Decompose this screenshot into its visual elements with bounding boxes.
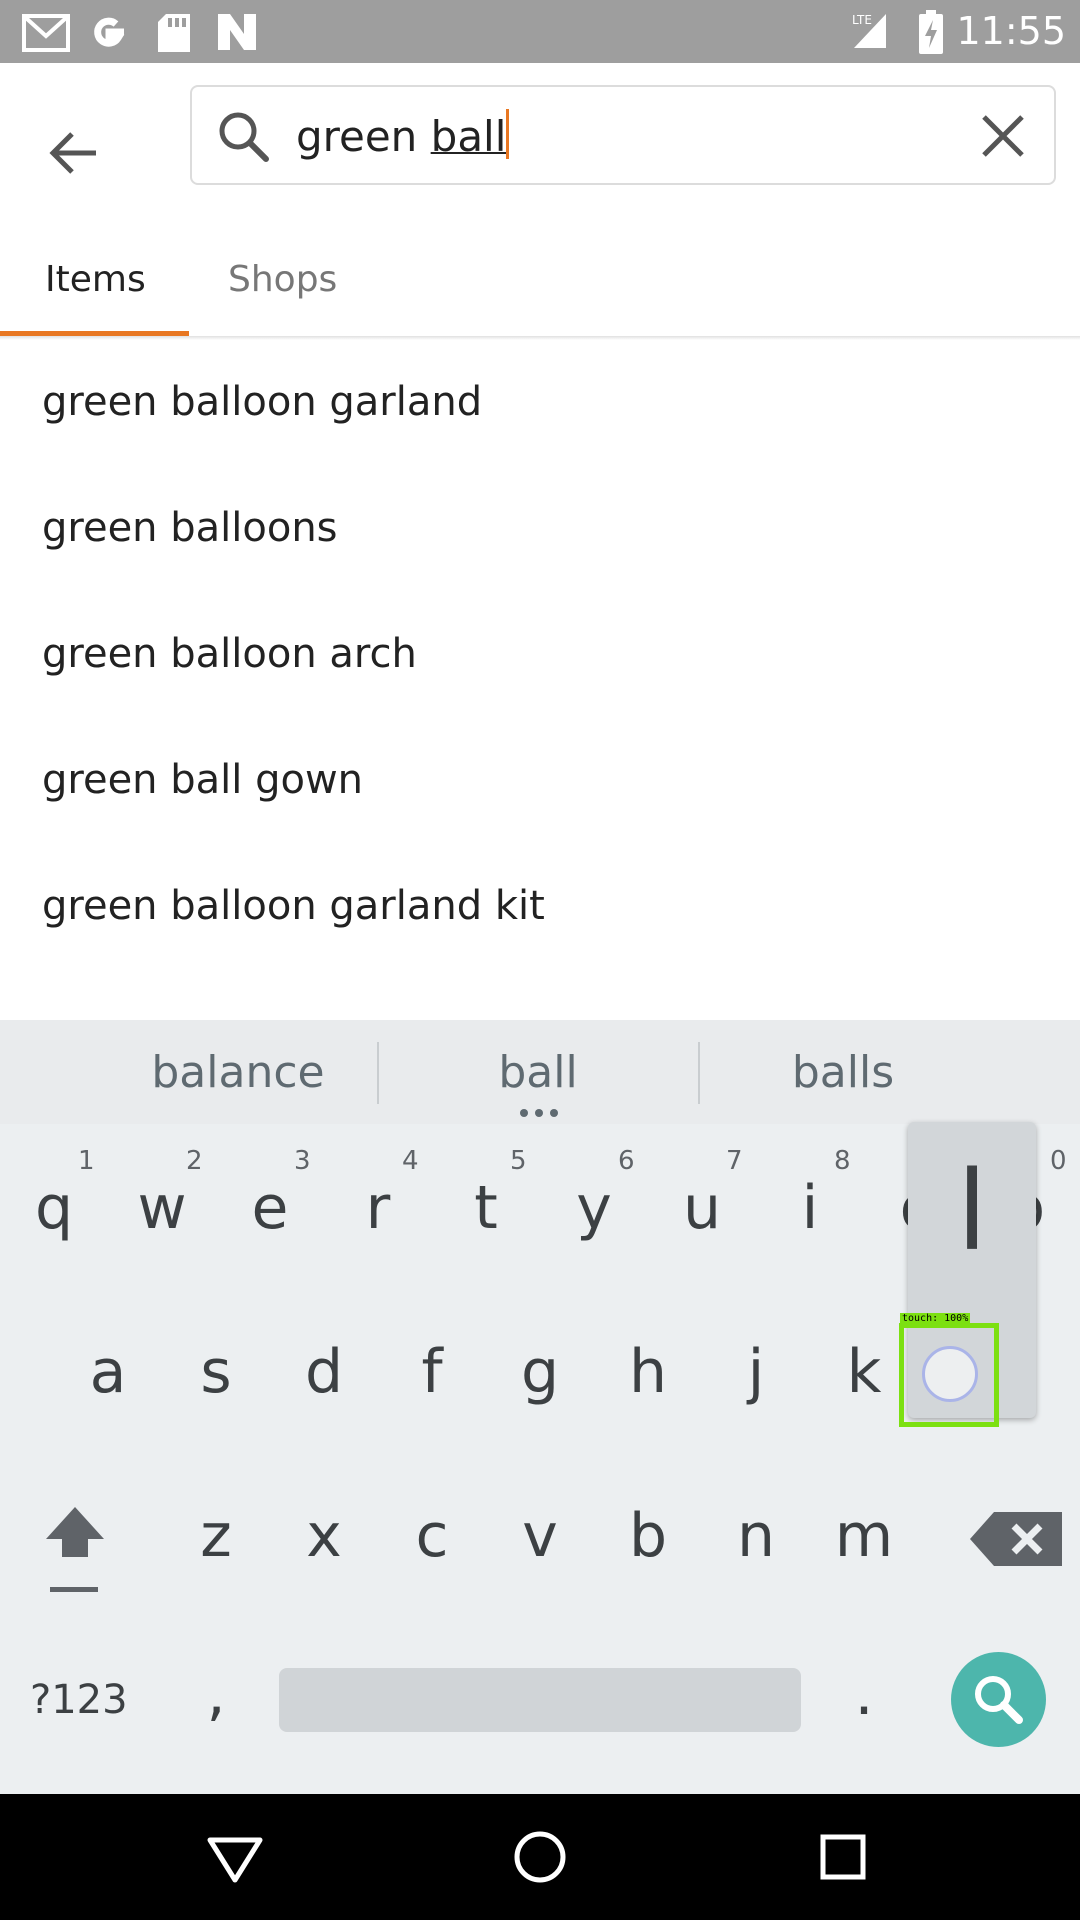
key-f[interactable]: f (378, 1332, 486, 1412)
key-h[interactable]: h (594, 1332, 702, 1412)
search-icon (219, 112, 269, 162)
suggestion-item[interactable]: green balloon garland (42, 372, 482, 432)
square-recents-icon (820, 1834, 866, 1880)
key-i[interactable]: i (756, 1168, 864, 1248)
triangle-back-icon (207, 1837, 263, 1883)
tab-bar-shadow (0, 336, 1080, 340)
search-query-prefix: green (296, 112, 431, 161)
key-r[interactable]: r (324, 1168, 432, 1248)
space-bar[interactable] (279, 1668, 801, 1732)
keyboard-suggestion[interactable]: balls (723, 1045, 963, 1101)
nav-home-button[interactable] (505, 1822, 575, 1892)
key-preview-letter: l (956, 1147, 988, 1275)
key-u[interactable]: u (648, 1168, 756, 1248)
suggestion-item[interactable]: green balloon garland kit (42, 876, 545, 936)
key-n[interactable]: n (702, 1496, 810, 1576)
key-a[interactable]: a (54, 1332, 162, 1412)
search-field[interactable]: green ball (190, 85, 1056, 185)
shift-icon (46, 1507, 104, 1592)
sd-card-icon (158, 14, 190, 52)
close-icon (982, 115, 1024, 157)
key-j[interactable]: j (702, 1332, 810, 1412)
key-x[interactable]: x (270, 1496, 378, 1576)
key-z[interactable]: z (162, 1496, 270, 1576)
battery-charging-icon (919, 10, 943, 54)
back-button[interactable] (30, 107, 120, 197)
key-w[interactable]: w (108, 1168, 216, 1248)
clear-search-button[interactable] (974, 107, 1032, 165)
tab-shops[interactable]: Shops (228, 252, 337, 308)
search-input[interactable]: green ball (296, 109, 510, 165)
period-key[interactable]: . (810, 1654, 918, 1734)
key-d[interactable]: d (270, 1332, 378, 1412)
navigation-bar (0, 1794, 1080, 1920)
back-arrow-icon (49, 132, 96, 174)
gmail-icon (22, 14, 70, 52)
key-e[interactable]: e (216, 1168, 324, 1248)
search-icon (975, 1676, 1023, 1724)
key-m[interactable]: m (810, 1496, 918, 1576)
backspace-icon (970, 1512, 1062, 1566)
touch-label: touch: 100% (900, 1313, 971, 1325)
nav-recents-button[interactable] (808, 1822, 878, 1892)
tab-items[interactable]: Items (45, 252, 146, 308)
keyboard-suggestion[interactable]: balance (118, 1045, 358, 1101)
touch-indicator (899, 1323, 999, 1427)
suggestion-item[interactable]: green balloon arch (42, 624, 417, 684)
nav-back-button[interactable] (200, 1822, 270, 1892)
status-time: 11:55 (956, 9, 1066, 53)
symbols-key[interactable]: ?123 (30, 1674, 128, 1726)
key-v[interactable]: v (486, 1496, 594, 1576)
backspace-key[interactable] (968, 1504, 1068, 1574)
keyboard-suggestion[interactable]: ball (418, 1045, 658, 1101)
suggestion-item[interactable]: green ball gown (42, 750, 363, 810)
key-b[interactable]: b (594, 1496, 702, 1576)
shift-key[interactable] (30, 1499, 120, 1599)
touch-point (922, 1346, 978, 1402)
suggestion-item[interactable]: green balloons (42, 498, 338, 558)
n-icon (218, 14, 256, 50)
tab-bar: Items Shops (0, 228, 1080, 336)
google-icon (94, 17, 125, 47)
svg-text:LTE: LTE (852, 13, 872, 27)
key-t[interactable]: t (432, 1168, 540, 1248)
circle-home-icon (514, 1831, 566, 1883)
text-caret (506, 109, 510, 159)
key-y[interactable]: y (540, 1168, 648, 1248)
search-key[interactable] (951, 1652, 1046, 1747)
key-g[interactable]: g (486, 1332, 594, 1412)
strip-divider (377, 1042, 379, 1104)
status-bar: LTE 11:55 (0, 0, 1080, 63)
keyboard-suggestion-strip: balance ball balls (0, 1020, 1080, 1124)
key-c[interactable]: c (378, 1496, 486, 1576)
search-query-composing: ball (430, 112, 507, 161)
more-suggestions-icon (520, 1109, 558, 1117)
comma-key[interactable]: , (162, 1654, 270, 1734)
key-s[interactable]: s (162, 1332, 270, 1412)
strip-divider (698, 1042, 700, 1104)
key-q[interactable]: q (0, 1168, 108, 1248)
lte-signal-icon: LTE (852, 13, 886, 48)
